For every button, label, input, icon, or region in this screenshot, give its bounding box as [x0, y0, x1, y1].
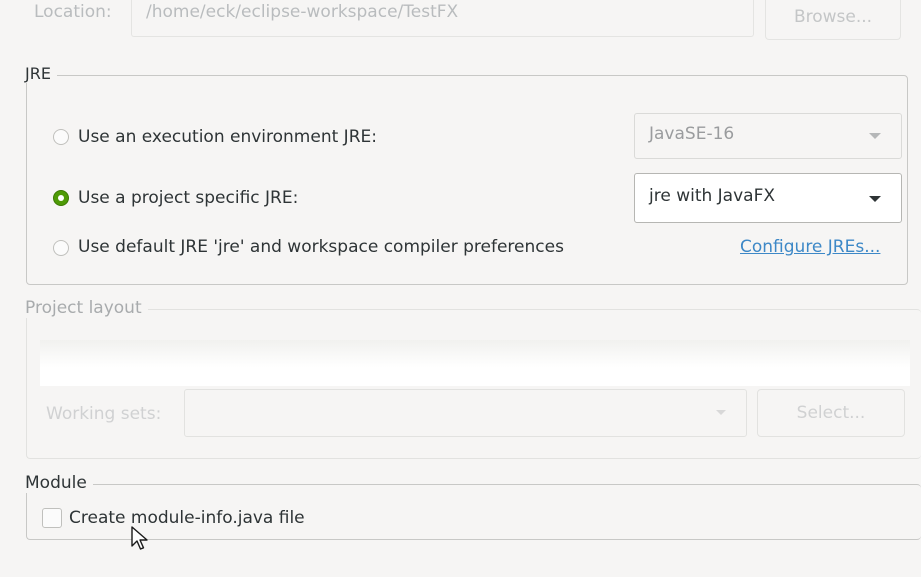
- chevron-down-icon: [869, 196, 881, 202]
- configure-jres-link[interactable]: Configure JREs...: [740, 237, 880, 257]
- working-sets-combo: [184, 389, 747, 437]
- jre-group-title: JRE: [25, 64, 57, 83]
- chevron-down-icon: [716, 410, 726, 415]
- project-specific-radio[interactable]: [53, 190, 69, 206]
- default-jre-radio[interactable]: [53, 240, 69, 256]
- chevron-down-icon: [869, 133, 881, 139]
- project-specific-label: Use a project specific JRE:: [78, 188, 299, 208]
- default-jre-label: Use default JRE 'jre' and workspace comp…: [78, 237, 564, 257]
- project-jre-value: jre with JavaFX: [649, 186, 776, 206]
- location-label: Location:: [34, 2, 112, 22]
- execution-env-combo: JavaSE-16: [634, 113, 902, 159]
- module-info-checkbox[interactable]: [42, 508, 62, 528]
- module-info-label[interactable]: Create module-info.java file: [69, 508, 305, 528]
- project-jre-combo[interactable]: jre with JavaFX: [634, 173, 902, 223]
- location-path: /home/eck/eclipse-workspace/TestFX: [146, 2, 459, 22]
- project-layout-fade: [40, 340, 910, 386]
- browse-button: Browse...: [765, 0, 901, 40]
- project-layout-title: Project layout: [25, 298, 148, 318]
- execution-env-label: Use an execution environment JRE:: [78, 127, 377, 147]
- execution-env-radio[interactable]: [53, 129, 69, 145]
- mouse-cursor-icon: [131, 526, 148, 550]
- working-sets-label: Working sets:: [46, 404, 162, 424]
- select-button: Select...: [757, 389, 905, 437]
- module-group-title: Module: [25, 473, 93, 493]
- location-field: /home/eck/eclipse-workspace/TestFX: [131, 0, 754, 37]
- execution-env-value: JavaSE-16: [649, 124, 735, 144]
